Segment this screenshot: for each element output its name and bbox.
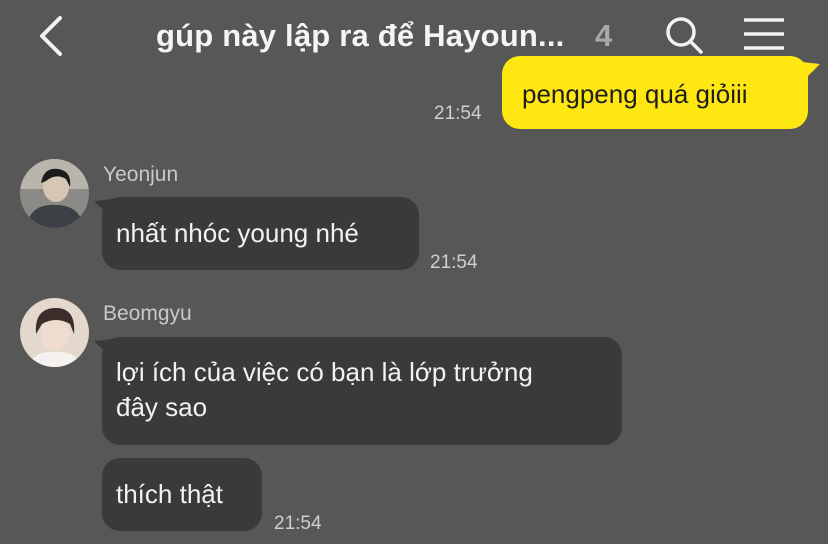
- message-time: 21:54: [430, 252, 478, 273]
- chat-title[interactable]: gúp này lập ra để Hayoun...: [156, 18, 564, 54]
- avatar[interactable]: [20, 159, 89, 228]
- avatar-yeonjun: [20, 159, 89, 228]
- message-bubble[interactable]: nhất nhóc young nhé: [102, 197, 419, 270]
- bubble-tail: [94, 199, 112, 215]
- chevron-left-icon: [40, 16, 62, 56]
- message-text: nhất nhóc young nhé: [116, 218, 359, 248]
- avatar-beomgyu: [20, 298, 89, 367]
- message-bubble[interactable]: thích thật: [102, 458, 262, 531]
- sender-name: Beomgyu: [103, 302, 192, 325]
- member-count: 4: [595, 18, 613, 53]
- message-time: 21:54: [274, 513, 322, 534]
- message-time: 21:54: [434, 103, 482, 124]
- menu-button[interactable]: [740, 14, 788, 58]
- search-button[interactable]: [660, 12, 708, 60]
- search-icon: [666, 17, 703, 54]
- message-text-line: lợi ích của việc có bạn là lớp trưởng: [116, 357, 533, 387]
- message-text: pengpeng quá giỏiii: [522, 79, 748, 109]
- hamburger-menu-icon: [744, 18, 784, 50]
- message-bubble[interactable]: lợi ích của việc có bạn là lớp trưởng đâ…: [102, 337, 622, 445]
- message-text: thích thật: [116, 479, 223, 509]
- bubble-tail: [802, 62, 820, 78]
- avatar[interactable]: [20, 298, 89, 367]
- back-button[interactable]: [30, 12, 74, 60]
- my-message-bubble[interactable]: pengpeng quá giỏiii: [502, 56, 808, 129]
- message-text-line: đây sao: [116, 392, 208, 422]
- bubble-tail: [94, 339, 112, 355]
- sender-name: Yeonjun: [103, 163, 179, 186]
